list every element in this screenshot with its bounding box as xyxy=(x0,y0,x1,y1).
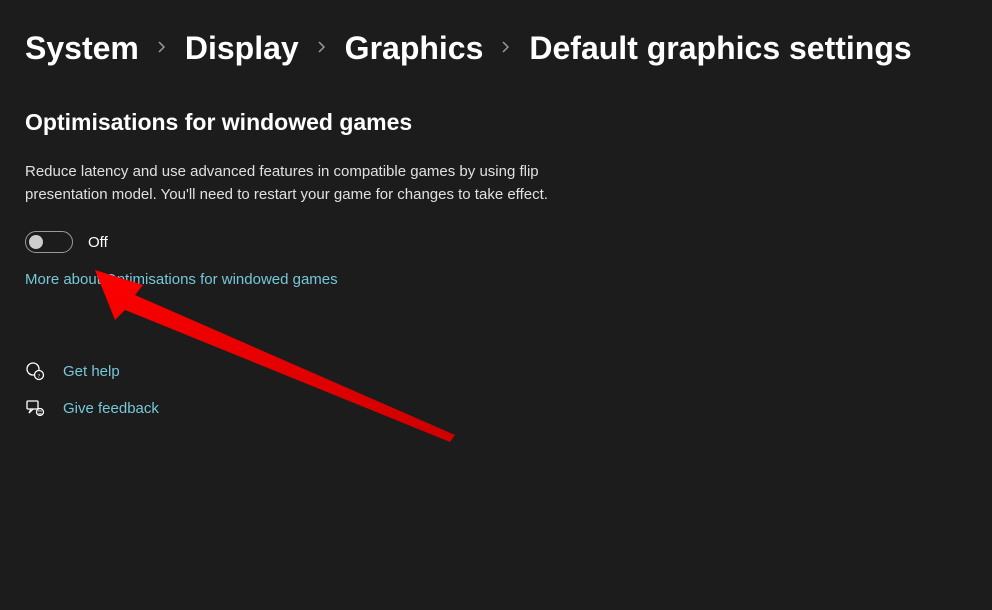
chevron-right-icon xyxy=(317,38,327,59)
section-title-optimisations: Optimisations for windowed games xyxy=(25,109,967,136)
link-give-feedback[interactable]: Give feedback xyxy=(63,400,159,417)
chevron-right-icon xyxy=(501,38,511,59)
breadcrumb-system[interactable]: System xyxy=(25,30,139,67)
toggle-state-label: Off xyxy=(88,234,108,251)
toggle-row-optimisations: Off xyxy=(25,231,967,253)
breadcrumb-current: Default graphics settings xyxy=(529,30,911,67)
chevron-right-icon xyxy=(157,38,167,59)
help-icon: ? xyxy=(25,361,45,381)
toggle-optimisations[interactable] xyxy=(25,231,73,253)
help-row-get-help: ? Get help xyxy=(25,361,967,381)
annotation-arrow xyxy=(75,260,495,460)
toggle-knob xyxy=(29,235,43,249)
link-more-about-optimisations[interactable]: More about Optimisations for windowed ga… xyxy=(25,271,338,288)
help-row-give-feedback: Give feedback xyxy=(25,398,967,418)
section-description: Reduce latency and use advanced features… xyxy=(25,161,555,206)
breadcrumb: System Display Graphics Default graphics… xyxy=(25,30,967,67)
link-get-help[interactable]: Get help xyxy=(63,363,120,380)
breadcrumb-display[interactable]: Display xyxy=(185,30,299,67)
feedback-icon xyxy=(25,398,45,418)
svg-text:?: ? xyxy=(38,374,41,380)
help-section: ? Get help Give feedback xyxy=(25,361,967,418)
breadcrumb-graphics[interactable]: Graphics xyxy=(345,30,484,67)
